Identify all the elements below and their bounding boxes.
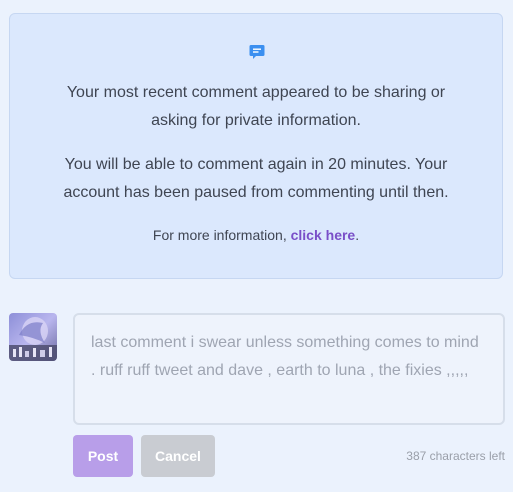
comment-text: last comment i swear unless something co… xyxy=(91,334,479,379)
avatar xyxy=(9,313,57,361)
cancel-button[interactable]: Cancel xyxy=(141,435,215,477)
notice-message-text: Your most recent comment appeared to be … xyxy=(66,84,446,129)
post-button[interactable]: Post xyxy=(73,435,133,477)
notice-pause-message: You will be able to comment again in 20 … xyxy=(10,151,502,207)
comment-icon xyxy=(249,45,265,59)
click-here-link[interactable]: click here xyxy=(291,227,356,243)
notice-pause-text: You will be able to comment again in 20 … xyxy=(63,156,449,201)
moderation-notice: Your most recent comment appeared to be … xyxy=(9,13,503,279)
more-info-prefix: For more information, xyxy=(152,227,291,243)
notice-message: Your most recent comment appeared to be … xyxy=(10,79,502,135)
comment-input[interactable]: last comment i swear unless something co… xyxy=(73,313,505,425)
characters-left-counter: 387 characters left xyxy=(406,449,505,463)
more-info-suffix: . xyxy=(355,227,360,243)
more-info-line: For more information, click here. xyxy=(10,226,502,244)
